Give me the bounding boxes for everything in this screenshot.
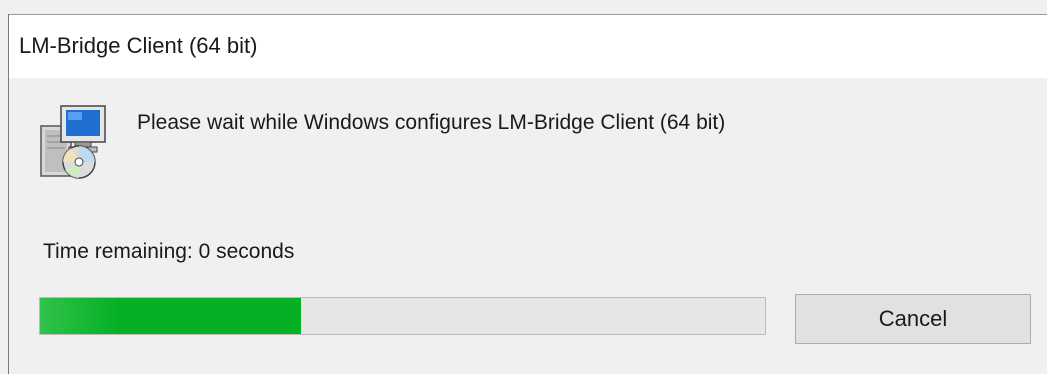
progress-bar — [39, 297, 766, 335]
progress-bar-fill — [40, 298, 301, 334]
installer-icon — [40, 105, 106, 179]
status-message: Please wait while Windows configures LM-… — [137, 111, 726, 134]
dialog-content: Please wait while Windows configures LM-… — [9, 78, 1047, 374]
title-bar[interactable]: LM-Bridge Client (64 bit) — [9, 15, 1047, 78]
time-remaining-label: Time remaining: 0 seconds — [43, 240, 295, 263]
installer-dialog: LM-Bridge Client (64 bit) Please wait wh… — [0, 0, 1047, 374]
window-title: LM-Bridge Client (64 bit) — [19, 33, 258, 58]
cancel-button[interactable]: Cancel — [795, 294, 1031, 344]
